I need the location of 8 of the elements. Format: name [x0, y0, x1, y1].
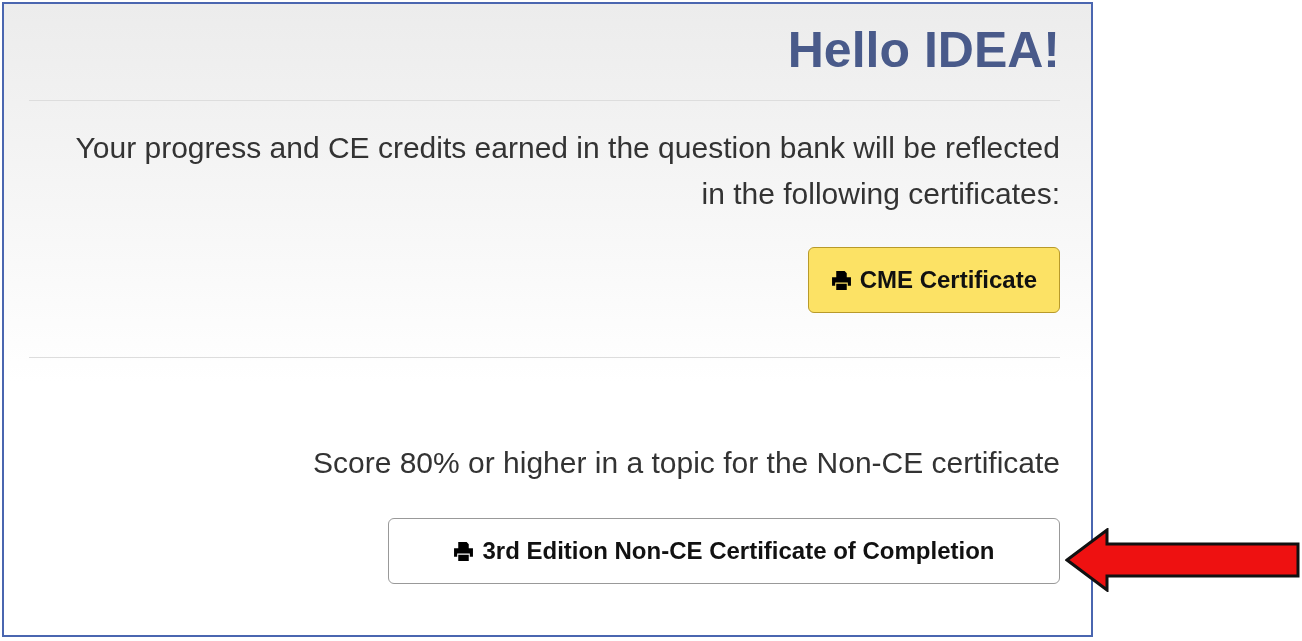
info-text: Your progress and CE credits earned in the question bank will be reflected in the following certificates:: [74, 130, 1060, 212]
arrow-icon: [1065, 528, 1301, 592]
certificate-button[interactable]: 3rd Edition Non-CE Certificate of Completion: [388, 518, 1060, 584]
info-text: Score 80% or higher in a topic for the Non-CE certificate: [311, 445, 1060, 481]
cme-certificate-button[interactable]: CME Certificate: [807, 247, 1060, 313]
printer-icon: [453, 541, 475, 561]
greeting-heading: Hello IDEA!: [786, 21, 1060, 80]
printer-icon: [830, 270, 852, 290]
